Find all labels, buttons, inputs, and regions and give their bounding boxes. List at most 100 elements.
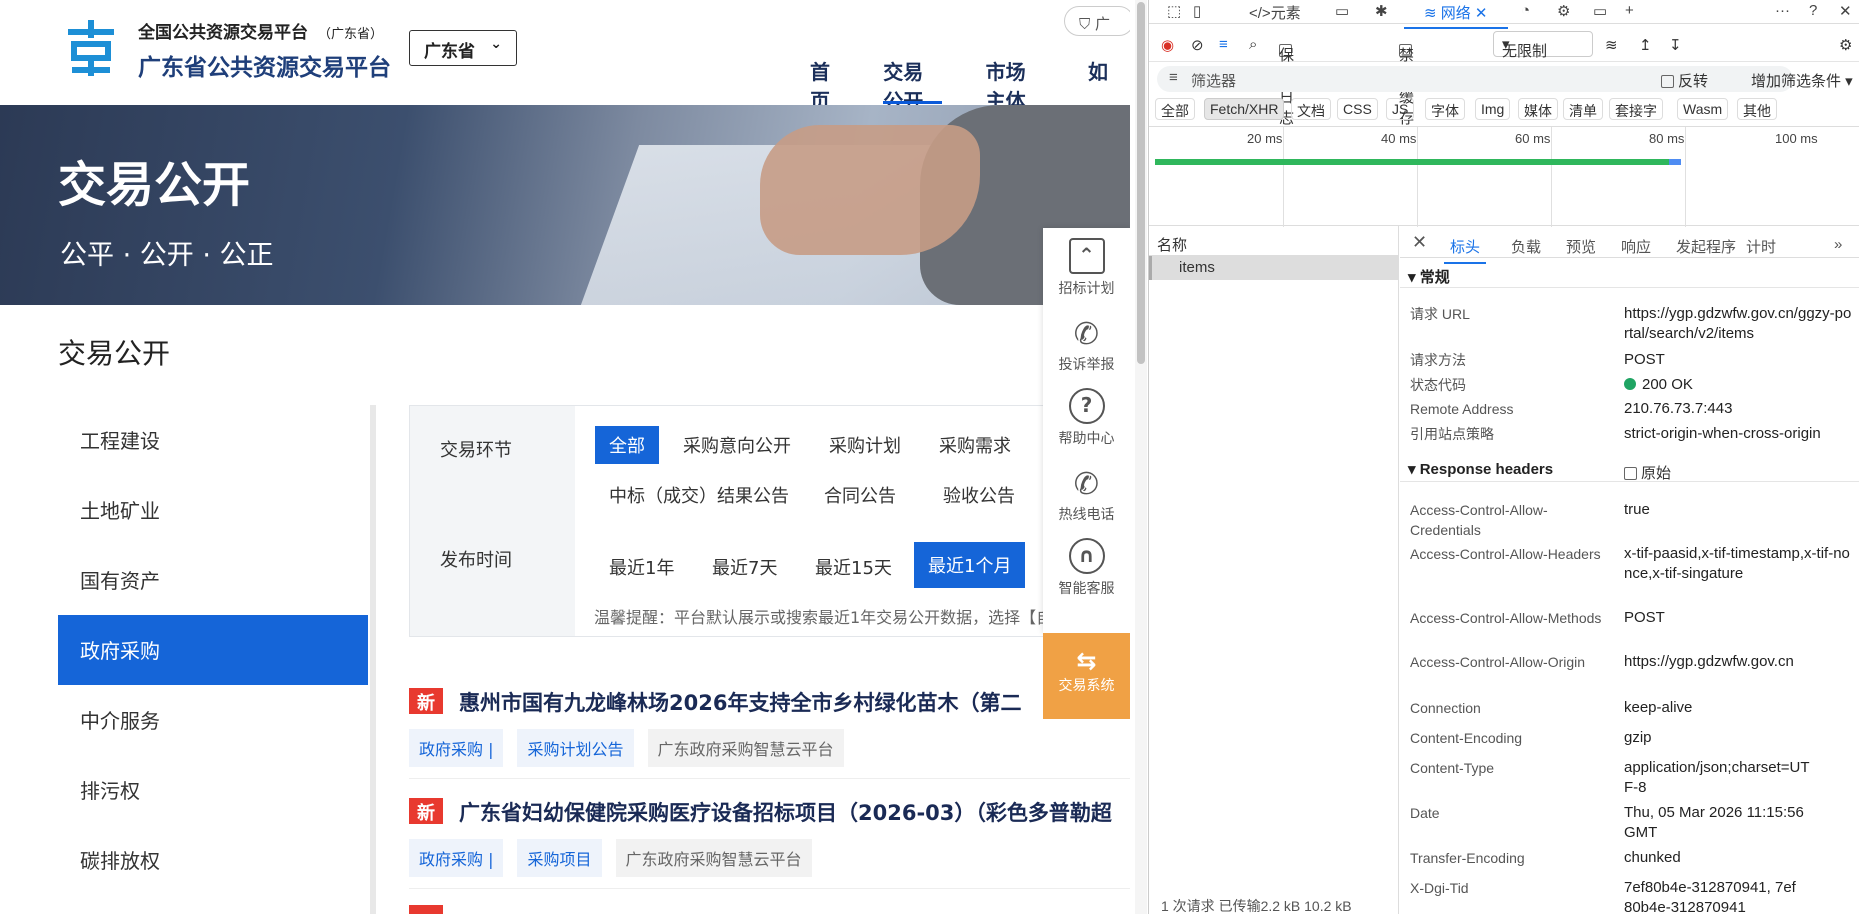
chip-wasm[interactable]: Wasm: [1677, 98, 1729, 120]
chip-doc[interactable]: 文档: [1291, 98, 1331, 120]
chip-font[interactable]: 字体: [1425, 98, 1465, 120]
stage-option-acceptance[interactable]: 验收公告: [929, 476, 1029, 514]
download-icon[interactable]: ↧: [1669, 36, 1682, 54]
platform-logo[interactable]: [58, 14, 124, 80]
header-key: Date: [1410, 805, 1440, 821]
stage-option-all[interactable]: 全部: [595, 426, 659, 464]
tag-category[interactable]: 政府采购 |: [409, 839, 504, 877]
float-hotline[interactable]: ✆ 热线电话: [1043, 464, 1130, 524]
tab-elements[interactable]: </>元素: [1249, 2, 1301, 23]
chip-js[interactable]: JS: [1386, 98, 1415, 120]
stage-option-plan[interactable]: 采购计划: [815, 426, 915, 464]
performance-icon[interactable]: ◔: [1521, 2, 1530, 19]
shield-icon: ⛉: [1079, 15, 1096, 33]
floating-toolbar: ⌃ 招标计划 ✆ 投诉举报 ? 帮助中心 ✆ 热线电话 ∩ 智能客服: [1043, 228, 1130, 633]
tag-type[interactable]: 采购计划公告: [517, 729, 634, 767]
add-tab-icon[interactable]: +: [1625, 2, 1634, 19]
close-icon[interactable]: ✕: [1412, 232, 1427, 253]
raw-checkbox[interactable]: 原始: [1624, 462, 1671, 483]
sidebar-item-state-assets[interactable]: 国有资产: [58, 545, 368, 615]
tab-timing[interactable]: 计时: [1746, 236, 1776, 257]
general-section-header[interactable]: ▾ 常规: [1400, 264, 1859, 288]
chip-img[interactable]: Img: [1475, 98, 1511, 120]
record-icon[interactable]: ◉: [1161, 36, 1174, 54]
chip-media[interactable]: 媒体: [1518, 98, 1558, 120]
nav-home[interactable]: 首页: [788, 56, 861, 113]
tab-preview[interactable]: 预览: [1566, 236, 1596, 257]
more-icon[interactable]: ···: [1775, 2, 1790, 19]
filter-icon[interactable]: ≡: [1219, 36, 1228, 53]
page-scrollbar[interactable]: [1135, 0, 1147, 914]
notice-title[interactable]: 广东省妇幼保健院采购医疗设备招标项目（2026-03）（彩色多普勒超: [459, 797, 1112, 827]
close-icon[interactable]: ✕: [1839, 2, 1852, 20]
request-row-items[interactable]: items: [1149, 256, 1398, 280]
sidebar-item-land[interactable]: 土地矿业: [58, 475, 368, 545]
invert-checkbox[interactable]: 反转: [1661, 70, 1708, 91]
console-icon[interactable]: ▭: [1335, 2, 1349, 20]
tick-label: 60 ms: [1515, 131, 1551, 146]
nav-trade-public[interactable]: 交易公开: [861, 56, 963, 113]
sidebar-item-carbon[interactable]: 碳排放权: [58, 825, 368, 895]
nav-market[interactable]: 市场主体: [964, 56, 1066, 113]
tag-type[interactable]: 采购项目: [517, 839, 602, 877]
sidebar-item-gov-procurement[interactable]: 政府采购: [58, 615, 368, 685]
bug-icon[interactable]: ✱: [1375, 2, 1388, 20]
network-timeline[interactable]: 20 ms 40 ms 60 ms 80 ms 100 ms: [1149, 126, 1859, 227]
chip-manifest[interactable]: 清单: [1563, 98, 1603, 120]
tab-payload[interactable]: 负载: [1511, 236, 1541, 257]
region-button[interactable]: ⛉ 广: [1064, 6, 1130, 36]
time-option-1y[interactable]: 最近1年: [595, 548, 688, 586]
time-option-7d[interactable]: 最近7天: [698, 548, 791, 586]
tab-response[interactable]: 响应: [1621, 236, 1651, 257]
nav-more[interactable]: 如: [1066, 56, 1130, 104]
tab-network[interactable]: ≋ 网络 ✕: [1404, 2, 1507, 29]
header-key: Transfer-Encoding: [1410, 850, 1525, 866]
chip-other[interactable]: 其他: [1737, 98, 1777, 120]
help-icon[interactable]: ?: [1809, 2, 1817, 19]
upload-icon[interactable]: ↥: [1639, 36, 1652, 54]
gear-icon[interactable]: ⚙: [1557, 2, 1570, 20]
stage-option-demand[interactable]: 采购需求: [925, 426, 1025, 464]
province-select[interactable]: 广东省 ⌄: [409, 30, 517, 66]
inspect-icon[interactable]: ⬚: [1167, 2, 1181, 20]
device-icon[interactable]: ▯: [1193, 2, 1201, 20]
request-list: 名称 items: [1149, 226, 1399, 914]
tab-headers[interactable]: 标头: [1443, 236, 1487, 264]
more-tabs-icon[interactable]: »: [1834, 236, 1842, 253]
clear-icon[interactable]: ⊘: [1191, 36, 1204, 54]
stage-option-contract[interactable]: 合同公告: [810, 476, 910, 514]
header-key: Access-Control-Allow-Methods: [1410, 610, 1602, 626]
stage-option-intent[interactable]: 采购意向公开: [669, 426, 805, 464]
more-filters-dropdown[interactable]: 增加筛选条件 ▾: [1751, 70, 1853, 91]
throttle-select[interactable]: 无限制 ▾: [1493, 31, 1593, 60]
sidebar-item-engineering[interactable]: 工程建设: [58, 405, 368, 475]
headset-icon: ∩: [1068, 538, 1105, 574]
chip-socket[interactable]: 套接字: [1609, 98, 1663, 120]
scroll-thumb[interactable]: [1137, 2, 1145, 364]
search-icon[interactable]: ⌕: [1249, 36, 1257, 53]
time-option-1m[interactable]: 最近1个月: [914, 542, 1026, 588]
float-bid-plan[interactable]: ⌃ 招标计划: [1043, 238, 1130, 298]
settings-icon[interactable]: ⚙: [1839, 36, 1852, 54]
wifi-settings-icon[interactable]: ≋: [1605, 36, 1618, 54]
time-option-15d[interactable]: 最近15天: [801, 548, 906, 586]
tag-category[interactable]: 政府采购 |: [409, 729, 504, 767]
float-complaint[interactable]: ✆ 投诉举报: [1043, 314, 1130, 374]
chip-css[interactable]: CSS: [1337, 98, 1378, 120]
chip-all[interactable]: 全部: [1155, 98, 1195, 120]
trade-system-button[interactable]: ⇆ 交易系统: [1043, 633, 1130, 719]
sidebar-item-pollution[interactable]: 排污权: [58, 755, 368, 825]
notice-title[interactable]: 惠州市国有九龙峰林场2026年支持全市乡村绿化苗木（第二: [459, 687, 1021, 717]
chip-fetch-xhr[interactable]: Fetch/XHR: [1204, 98, 1285, 120]
tab-initiator[interactable]: 发起程序: [1676, 236, 1736, 257]
application-icon[interactable]: ▭: [1593, 2, 1607, 20]
tick-label: 20 ms: [1247, 131, 1283, 146]
float-customer-service[interactable]: ∩ 智能客服: [1043, 538, 1130, 598]
sidebar-item-agency[interactable]: 中介服务: [58, 685, 368, 755]
tick-label: 80 ms: [1649, 131, 1685, 146]
sidebar-scrollbar[interactable]: [370, 405, 376, 914]
float-help[interactable]: ? 帮助中心: [1043, 388, 1130, 448]
stage-option-result[interactable]: 中标（成交）结果公告: [595, 476, 803, 514]
name-column-header[interactable]: 名称: [1149, 226, 1398, 256]
header-key: 请求方法: [1410, 352, 1466, 368]
